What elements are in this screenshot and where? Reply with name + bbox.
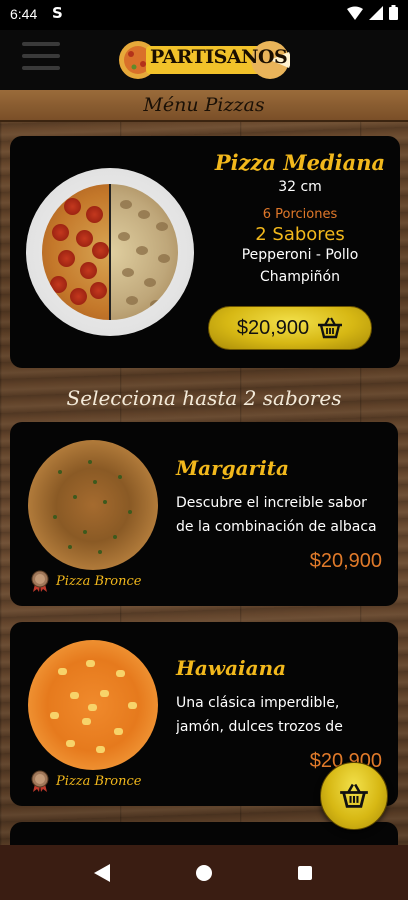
pizza-description-line-1: Descubre el increible sabor xyxy=(176,495,367,511)
bronze-medal-icon xyxy=(31,770,49,792)
flavor-selection-heading: Selecciona hasta 2 sabores xyxy=(66,386,342,410)
signal-icon xyxy=(369,5,383,20)
pizza-name: Hawaiana xyxy=(176,656,287,680)
featured-flavor-line-2: Champiñón xyxy=(260,269,340,285)
pepperoni-half xyxy=(42,184,110,320)
featured-flavor-line-1: Pepperoni - Pollo xyxy=(241,247,359,263)
hawaiana-pizza-image xyxy=(28,640,158,770)
pizza-item-card[interactable]: Margarita Descubre el increible sabor de… xyxy=(10,422,398,606)
margarita-pizza-image xyxy=(28,440,158,570)
menu-button[interactable] xyxy=(22,42,60,76)
bronze-badge: Pizza Bronce xyxy=(30,770,141,792)
recent-apps-icon[interactable] xyxy=(298,866,312,880)
mushroom-half xyxy=(110,184,178,320)
back-icon[interactable] xyxy=(94,864,110,882)
battery-icon xyxy=(389,5,398,20)
bronze-badge: Pizza Bronce xyxy=(30,570,141,592)
pizza-description-line-1: Una clásica imperdible, xyxy=(176,695,340,711)
basket-icon xyxy=(318,317,343,339)
pizza-description-line-2: jamón, dulces trozos de xyxy=(176,719,343,735)
badge-label: Pizza Bronce xyxy=(56,573,142,589)
status-time: 6:44 xyxy=(10,6,38,22)
cart-fab-button[interactable] xyxy=(320,762,388,830)
section-title: Ménu Pizzas xyxy=(143,94,265,116)
menu-icon xyxy=(22,42,60,46)
status-icons xyxy=(347,5,398,20)
badge-label: Pizza Bronce xyxy=(56,773,142,789)
add-to-cart-price-button[interactable]: $20,900 xyxy=(208,306,372,350)
featured-size: 32 cm xyxy=(278,179,322,195)
app-notification-icon: S xyxy=(52,4,63,22)
wifi-icon xyxy=(347,6,363,20)
featured-title: Pizza Mediana xyxy=(214,150,386,175)
half-half-pizza-image xyxy=(26,168,194,336)
pizza-description-line-2: de la combinación de albaca xyxy=(176,519,377,535)
system-nav-bar xyxy=(0,845,408,900)
partisanos-logo: PARTISANOS xyxy=(118,34,290,88)
home-icon[interactable] xyxy=(196,865,212,881)
pizza-price: $20,900 xyxy=(309,550,382,572)
featured-flavors: 2 Sabores xyxy=(255,224,345,245)
bronze-medal-icon xyxy=(31,570,49,592)
basket-icon xyxy=(340,783,368,808)
status-bar: 6:44 S xyxy=(0,0,408,30)
featured-price: $20,900 xyxy=(236,316,310,339)
section-title-bar: Ménu Pizzas xyxy=(0,90,408,122)
app-bar: PARTISANOS xyxy=(0,30,408,90)
logo-text: PARTISANOS xyxy=(150,46,288,68)
pizza-name: Margarita xyxy=(176,456,289,480)
featured-pizza-card[interactable]: Pizza Mediana 32 cm 6 Porciones 2 Sabore… xyxy=(10,136,400,368)
featured-portions: 6 Porciones xyxy=(262,207,338,222)
